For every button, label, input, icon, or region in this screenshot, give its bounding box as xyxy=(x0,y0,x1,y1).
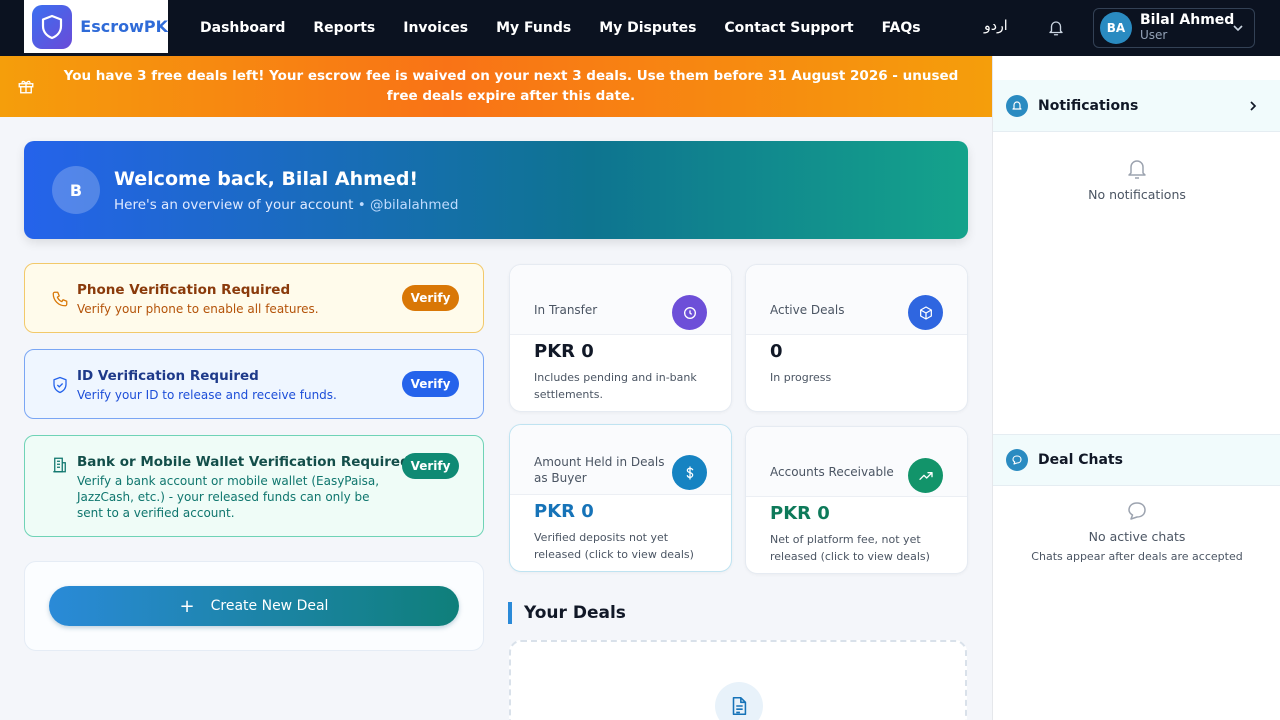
chevron-right-icon[interactable] xyxy=(1247,100,1259,112)
deals-empty-state xyxy=(509,640,967,720)
verify-phone-button[interactable]: Verify xyxy=(402,285,459,311)
welcome-card: B Welcome back, Bilal Ahmed! Here's an o… xyxy=(24,141,968,239)
nav-link-my-disputes[interactable]: My Disputes xyxy=(599,20,696,36)
nav-links: Dashboard Reports Invoices My Funds My D… xyxy=(200,0,949,56)
user-menu[interactable]: BA Bilal Ahmed User xyxy=(1093,8,1255,48)
document-icon xyxy=(715,682,763,720)
welcome-handle: • @bilalahmed xyxy=(357,197,459,213)
dollar-icon xyxy=(672,455,707,490)
stat-note: Net of platform fee, not yet released (c… xyxy=(770,533,930,563)
brand-logo[interactable]: EscrowPK xyxy=(24,0,168,53)
deals-section-title: Your Deals xyxy=(508,602,626,624)
trending-up-icon xyxy=(908,458,943,493)
chevron-down-icon xyxy=(1233,25,1243,32)
phone-verification-title: Phone Verification Required xyxy=(77,282,291,298)
stat-accounts-receivable[interactable]: Accounts Receivable PKR 0 Net of platfor… xyxy=(745,426,968,574)
stat-value: PKR 0 xyxy=(534,341,594,362)
chat-icon xyxy=(1128,502,1146,520)
notifications-title: Notifications xyxy=(1038,97,1139,114)
stat-note: In progress xyxy=(770,371,832,384)
plus-icon: + xyxy=(179,595,195,617)
stat-label: Accounts Receivable xyxy=(770,465,894,479)
id-verification-title: ID Verification Required xyxy=(77,368,259,384)
gift-icon xyxy=(18,80,34,94)
user-name: Bilal Ahmed xyxy=(1140,12,1235,28)
welcome-subtitle: Here's an overview of your account • @bi… xyxy=(114,197,458,213)
stat-note: Verified deposits not yet released (clic… xyxy=(534,531,694,561)
stat-label: Amount Held in Deals as Buyer xyxy=(534,455,665,485)
stat-value: PKR 0 xyxy=(534,501,594,522)
chats-empty: No active chats Chats appear after deals… xyxy=(993,499,1280,563)
building-icon xyxy=(53,457,66,473)
brand-name: EscrowPK xyxy=(80,17,168,36)
bell-icon xyxy=(1128,160,1146,179)
avatar: B xyxy=(52,166,100,214)
phone-verification-card: Phone Verification Required Verify your … xyxy=(24,263,484,333)
nav-link-contact-support[interactable]: Contact Support xyxy=(724,20,853,36)
stat-label: In Transfer xyxy=(534,303,598,317)
create-deal-card: + Create New Deal xyxy=(24,561,484,651)
stat-note: Includes pending and in-bank settlements… xyxy=(534,371,697,401)
deal-chats-header: Deal Chats xyxy=(993,434,1280,486)
right-sidebar: Notifications No notifications Deal Chat… xyxy=(992,56,1280,720)
bell-icon[interactable] xyxy=(1047,19,1065,37)
language-switch[interactable]: اردو xyxy=(984,18,1008,34)
bell-icon xyxy=(1006,94,1028,117)
phone-icon xyxy=(52,291,68,307)
shield-check-icon xyxy=(53,376,67,394)
user-meta: Bilal Ahmed User xyxy=(1140,13,1234,43)
verify-bank-button[interactable]: Verify xyxy=(402,453,459,479)
stat-value: PKR 0 xyxy=(770,503,830,524)
avatar: BA xyxy=(1100,12,1132,44)
bank-verification-title: Bank or Mobile Wallet Verification Requi… xyxy=(77,454,410,470)
stat-in-transfer[interactable]: In Transfer PKR 0 Includes pending and i… xyxy=(509,264,732,412)
notifications-empty-text: No notifications xyxy=(1088,187,1186,202)
notifications-empty: No notifications xyxy=(993,157,1280,202)
nav-link-dashboard[interactable]: Dashboard xyxy=(200,20,285,36)
nav-link-my-funds[interactable]: My Funds xyxy=(496,20,571,36)
deal-chats-title: Deal Chats xyxy=(1038,452,1123,468)
promo-banner: You have 3 free deals left! Your escrow … xyxy=(0,56,992,117)
verify-id-button[interactable]: Verify xyxy=(402,371,459,397)
shield-icon xyxy=(32,4,73,49)
create-deal-label: Create New Deal xyxy=(210,598,329,614)
stat-value: 0 xyxy=(770,341,783,362)
phone-verification-desc: Verify your phone to enable all features… xyxy=(77,302,319,316)
stat-label: Active Deals xyxy=(770,303,845,317)
stat-held-as-buyer[interactable]: Amount Held in Deals as Buyer PKR 0 Veri… xyxy=(509,424,732,572)
create-deal-button[interactable]: + Create New Deal xyxy=(49,586,459,626)
welcome-title: Welcome back, Bilal Ahmed! xyxy=(114,168,419,190)
bank-verification-card: Bank or Mobile Wallet Verification Requi… xyxy=(24,435,484,537)
bank-verification-desc: Verify a bank account or mobile wallet (… xyxy=(77,474,380,520)
nav-link-faqs[interactable]: FAQs xyxy=(882,20,921,36)
banner-text: You have 3 free deals left! Your escrow … xyxy=(63,68,959,104)
clock-icon xyxy=(672,295,707,330)
stat-active-deals[interactable]: Active Deals 0 In progress xyxy=(745,264,968,412)
chats-empty-subtext: Chats appear after deals are accepted xyxy=(1031,550,1243,563)
box-icon xyxy=(908,295,943,330)
nav-link-invoices[interactable]: Invoices xyxy=(403,20,468,36)
nav-link-reports[interactable]: Reports xyxy=(313,20,375,36)
notifications-header[interactable]: Notifications xyxy=(993,80,1280,132)
chats-empty-text: No active chats xyxy=(1088,529,1186,544)
id-verification-card: ID Verification Required Verify your ID … xyxy=(24,349,484,419)
chat-icon xyxy=(1006,449,1028,471)
welcome-subtitle-text: Here's an overview of your account xyxy=(114,197,354,213)
top-nav: EscrowPK Dashboard Reports Invoices My F… xyxy=(0,0,1280,56)
id-verification-desc: Verify your ID to release and receive fu… xyxy=(77,388,337,402)
user-role: User xyxy=(1140,28,1168,42)
